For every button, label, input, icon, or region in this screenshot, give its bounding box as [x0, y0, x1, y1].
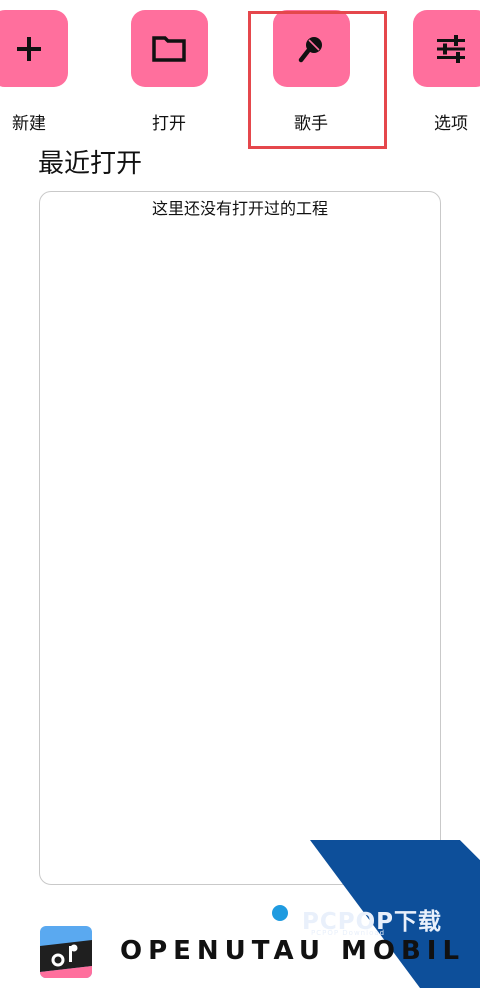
new-project-label: 新建 — [12, 114, 46, 134]
recent-empty-message: 这里还没有打开过的工程 — [151, 199, 328, 218]
sliders-icon — [437, 34, 465, 63]
options-label: 选项 — [434, 114, 468, 134]
open-project-tile[interactable] — [130, 10, 208, 87]
open-project-label: 打开 — [152, 114, 186, 134]
plus-icon — [17, 36, 41, 61]
new-project-button[interactable]: 新建 — [0, 10, 74, 134]
app-brand-name: OPENUTAU MOBIL — [120, 936, 466, 966]
new-project-tile[interactable] — [0, 10, 68, 87]
openutau-logo-icon — [40, 926, 92, 978]
recent-title: 最近打开 — [38, 149, 143, 179]
options-tile[interactable] — [412, 10, 480, 87]
singer-highlight-box — [248, 11, 387, 149]
toolbar: 新建 打开 歌手 选项 — [0, 0, 480, 150]
options-button[interactable]: 选项 — [406, 10, 480, 134]
open-project-button[interactable]: 打开 — [124, 10, 214, 134]
folder-icon — [152, 35, 186, 62]
recent-projects-list[interactable]: 这里还没有打开过的工程 — [39, 191, 441, 885]
